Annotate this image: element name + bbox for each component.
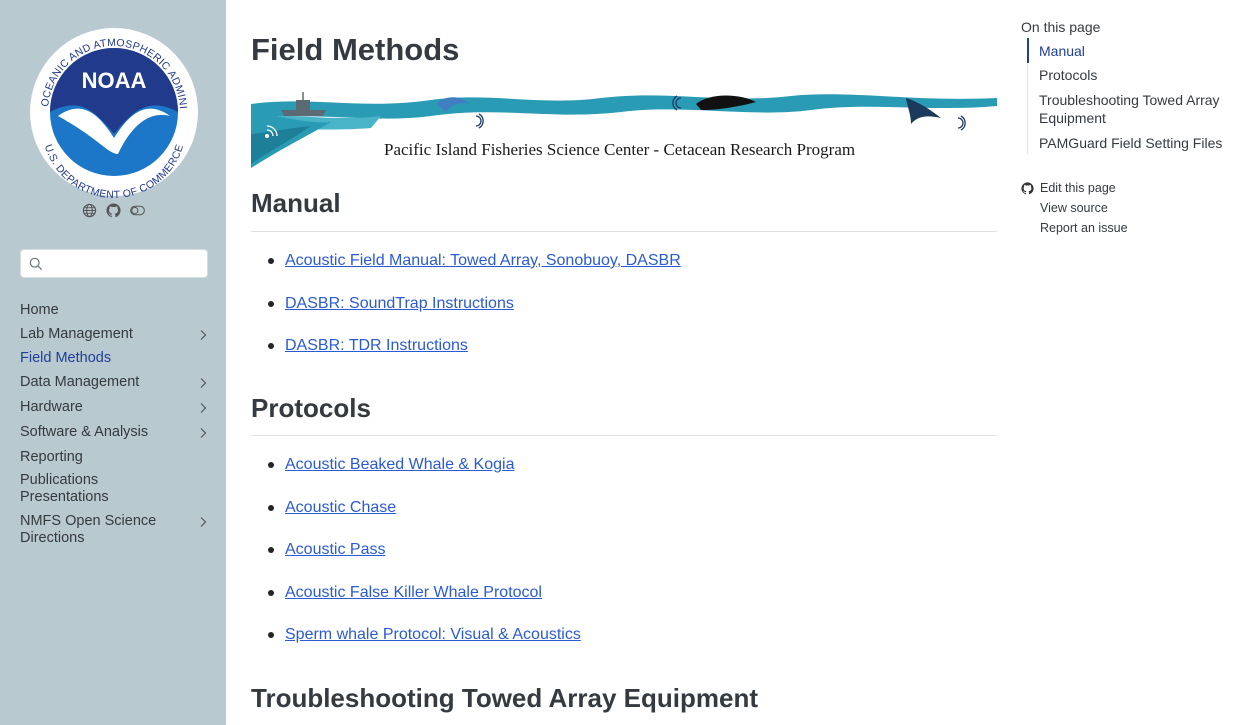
sidebar-item-data-management[interactable]: Data Management (20, 374, 212, 391)
view-source-link[interactable]: View source (1021, 198, 1221, 218)
toc-list: Manual Protocols Troubleshooting Towed A… (1027, 38, 1228, 154)
chevron-right-icon[interactable] (198, 377, 208, 389)
toc-actions: Edit this page View source Report an iss… (1021, 178, 1221, 238)
on-this-page-toc: On this page Manual Protocols Troublesho… (1021, 18, 1236, 235)
chevron-right-icon[interactable] (198, 402, 208, 414)
github-icon (1021, 181, 1034, 195)
banner-title: Pacific Island Fisheries Science Center … (384, 140, 856, 159)
sidebar-item-label: Lab Management (20, 326, 133, 342)
edit-page-link[interactable]: Edit this page (1021, 178, 1221, 198)
link-beaked-whale-kogia[interactable]: Acoustic Beaked Whale & Kogia (285, 456, 514, 473)
search-input[interactable] (49, 253, 203, 276)
list-item: Acoustic Pass (251, 540, 991, 583)
manual-link-list: Acoustic Field Manual: Towed Array, Sono… (251, 251, 991, 379)
toc-item-troubleshooting[interactable]: Troubleshooting Towed Array Equipment (1028, 88, 1228, 131)
chevron-right-icon[interactable] (198, 329, 208, 341)
sidebar-item-lab-management[interactable]: Lab Management (20, 326, 212, 343)
noaa-logo[interactable]: NATIONAL OCEANIC AND ATMOSPHERIC ADMINIS… (24, 17, 200, 201)
sidebar-item-label: Software & Analysis (20, 424, 149, 440)
sidebar-item-label: NMFS Open Science Directions (20, 513, 157, 546)
sidebar: NATIONAL OCEANIC AND ATMOSPHERIC ADMINIS… (0, 0, 226, 725)
list-item: DASBR: TDR Instructions (251, 336, 991, 379)
program-banner: Pacific Island Fisheries Science Center … (251, 88, 997, 170)
list-item: Acoustic Chase (251, 498, 991, 541)
search-box[interactable] (20, 249, 208, 278)
link-acoustic-chase[interactable]: Acoustic Chase (285, 499, 396, 516)
sidebar-item-label: Hardware (20, 399, 83, 415)
sidebar-item-reporting[interactable]: Reporting (20, 449, 212, 466)
section-divider (251, 435, 997, 436)
list-item: Acoustic Field Manual: Towed Array, Sono… (251, 251, 991, 294)
toc-item-pamguard[interactable]: PAMGuard Field Setting Files (1028, 131, 1228, 154)
github-icon[interactable] (106, 203, 121, 218)
noaa-logo-graphic: NATIONAL OCEANIC AND ATMOSPHERIC ADMINIS… (24, 17, 198, 201)
sidebar-item-software-analysis[interactable]: Software & Analysis (20, 424, 212, 441)
sidebar-item-label: Data Management (20, 374, 140, 390)
section-heading-troubleshooting: Troubleshooting Towed Array Equipment (251, 683, 759, 713)
link-dasbr-soundtrap[interactable]: DASBR: SoundTrap Instructions (285, 295, 514, 312)
sidebar-tools (82, 203, 145, 218)
section-heading-manual: Manual (251, 188, 341, 218)
link-dasbr-tdr[interactable]: DASBR: TDR Instructions (285, 337, 468, 354)
link-false-killer-whale[interactable]: Acoustic False Killer Whale Protocol (285, 584, 542, 601)
page-title: Field Methods (251, 32, 460, 67)
sidebar-nav: Home Lab Management Field Methods Data M… (20, 300, 212, 547)
toggle-icon[interactable] (130, 203, 145, 218)
sidebar-item-home[interactable]: Home (20, 302, 212, 319)
sidebar-item-field-methods[interactable]: Field Methods (20, 350, 212, 367)
toc-item-manual[interactable]: Manual (1027, 38, 1228, 63)
chevron-right-icon[interactable] (198, 427, 208, 439)
sidebar-item-label: Publications Presentations (20, 472, 109, 505)
report-issue-link[interactable]: Report an issue (1021, 218, 1221, 238)
sidebar-item-publications-presentations[interactable]: Publications Presentations (20, 472, 212, 506)
list-item: Sperm whale Protocol: Visual & Acoustics (251, 625, 991, 668)
link-sperm-whale-protocol[interactable]: Sperm whale Protocol: Visual & Acoustics (285, 626, 581, 643)
list-item: Acoustic Beaked Whale & Kogia (251, 455, 991, 498)
list-item: Acoustic False Killer Whale Protocol (251, 583, 991, 626)
sidebar-item-label: Home (20, 302, 59, 318)
sidebar-item-nmfs-open-science[interactable]: NMFS Open Science Directions (20, 513, 212, 547)
globe-icon[interactable] (82, 203, 97, 218)
list-item: DASBR: SoundTrap Instructions (251, 294, 991, 337)
link-acoustic-field-manual[interactable]: Acoustic Field Manual: Towed Array, Sono… (285, 252, 681, 269)
sidebar-item-hardware[interactable]: Hardware (20, 399, 212, 416)
section-divider (251, 231, 997, 232)
search-icon (29, 257, 43, 271)
toc-title: On this page (1021, 19, 1101, 35)
sidebar-item-label: Field Methods (20, 350, 112, 366)
chevron-right-icon[interactable] (198, 516, 208, 528)
section-heading-protocols: Protocols (251, 393, 371, 423)
edit-page-label: Edit this page (1040, 181, 1116, 195)
protocols-link-list: Acoustic Beaked Whale & Kogia Acoustic C… (251, 455, 991, 668)
link-acoustic-pass[interactable]: Acoustic Pass (285, 541, 385, 558)
sidebar-item-label: Reporting (20, 449, 83, 465)
toc-item-protocols[interactable]: Protocols (1028, 63, 1228, 88)
logo-acronym: NOAA (82, 68, 147, 93)
